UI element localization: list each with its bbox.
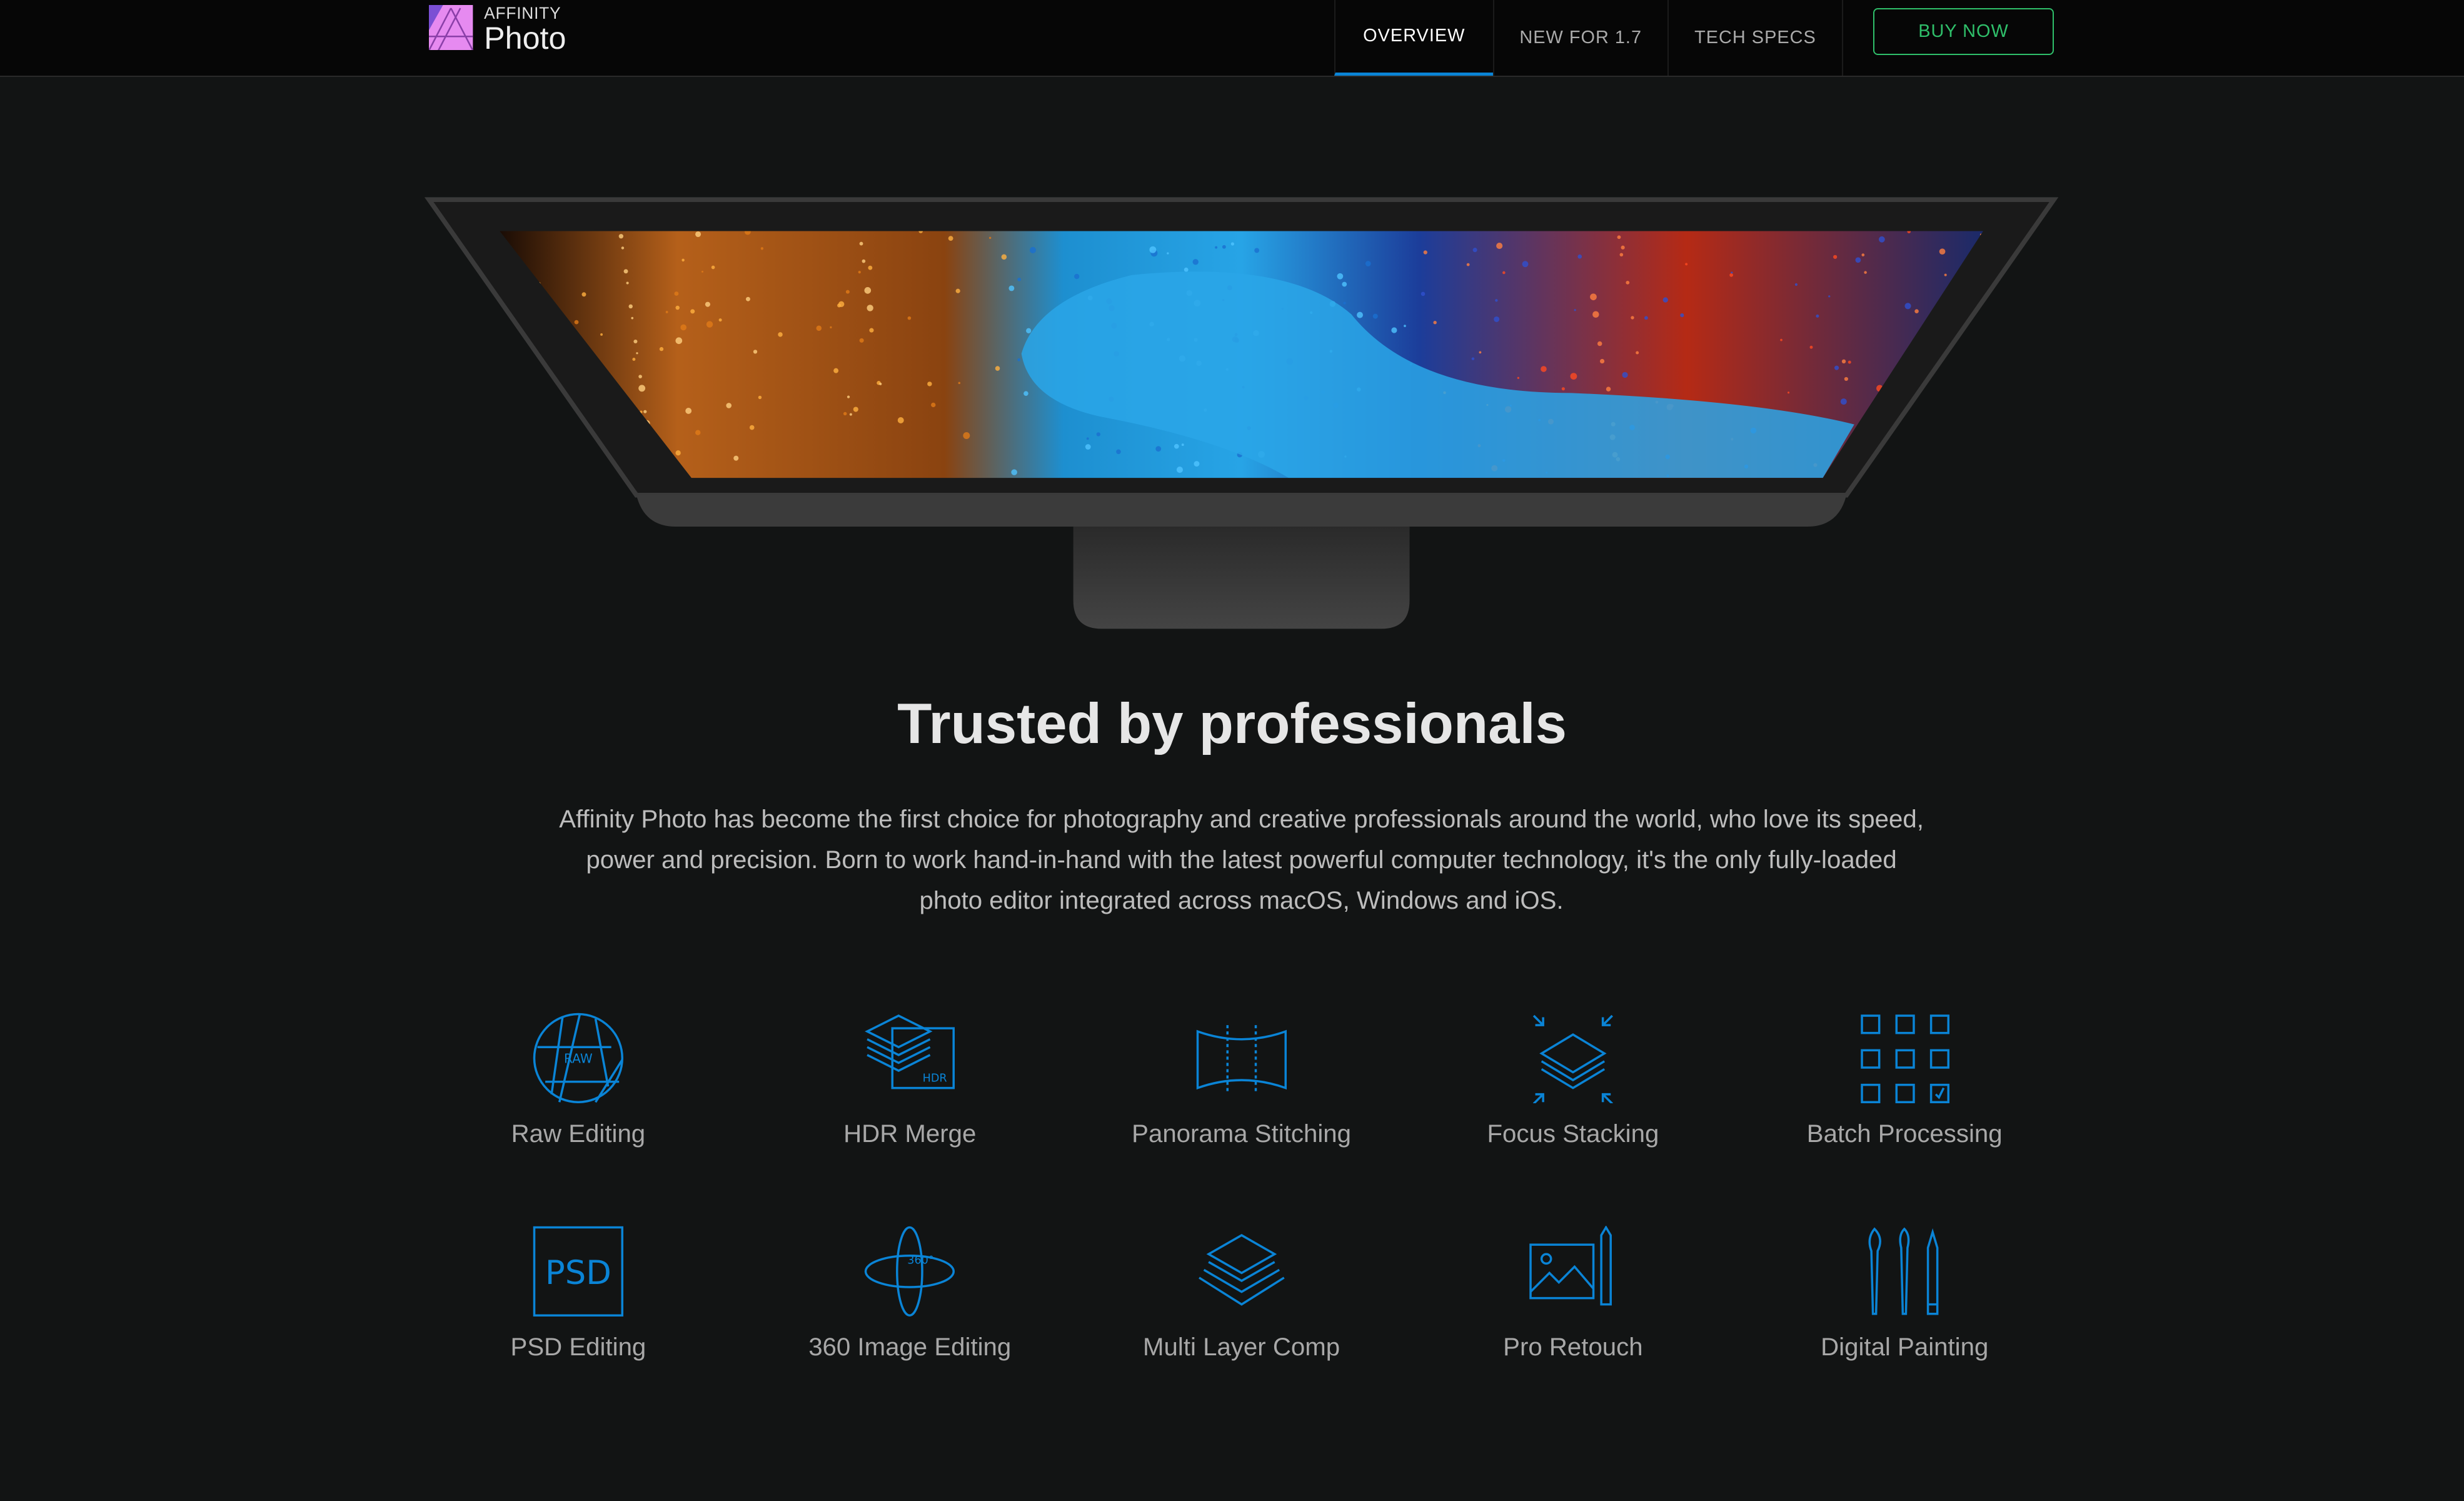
feature-label: 360 Image Editing — [808, 1333, 1012, 1362]
sphere-360-icon: 360° — [865, 1226, 955, 1317]
feature-item-focus-stacking: Focus Stacking — [1416, 1013, 1731, 1148]
feature-item-batch-processing: Batch Processing — [1747, 1013, 2062, 1148]
layers-icon — [1198, 1234, 1285, 1306]
feature-label: Multi Layer Comp — [1143, 1333, 1340, 1362]
panorama-icon — [1196, 1024, 1287, 1094]
feature-item-psd-editing: PSD PSD Editing — [421, 1226, 736, 1362]
feature-label: Pro Retouch — [1503, 1333, 1643, 1362]
aperture-raw-icon: RAW — [533, 1013, 624, 1103]
batch-grid-icon — [1861, 1014, 1950, 1103]
feature-label: Digital Painting — [1821, 1333, 1989, 1362]
feature-label: Raw Editing — [511, 1119, 646, 1148]
svg-text:PSD: PSD — [545, 1254, 611, 1292]
feature-item-hdr-merge: HDR HDR Merge — [753, 1013, 1067, 1148]
feature-item-multi-layer-comp: Multi Layer Comp — [1084, 1226, 1399, 1362]
section-title: Trusted by professionals — [897, 692, 1567, 756]
feature-label: HDR Merge — [843, 1119, 977, 1148]
feature-label: PSD Editing — [510, 1333, 646, 1362]
intro-paragraph: Affinity Photo has become the first choi… — [559, 804, 1924, 915]
svg-text:360°: 360° — [908, 1255, 934, 1267]
hdr-layers-icon: HDR — [865, 1014, 955, 1089]
feature-label: Focus Stacking — [1487, 1119, 1659, 1148]
image-pencil-icon — [1529, 1226, 1612, 1306]
monitor-hero-image — [424, 197, 2059, 629]
svg-text:RAW: RAW — [564, 1051, 593, 1066]
svg-text:HDR: HDR — [923, 1072, 947, 1084]
feature-label: Batch Processing — [1806, 1119, 2003, 1148]
feature-label: Panorama Stitching — [1132, 1119, 1351, 1148]
feature-item-pro-retouch: Pro Retouch — [1416, 1226, 1731, 1362]
feature-item-360-image-editing: 360° 360 Image Editing — [753, 1226, 1067, 1362]
feature-item-raw-editing: RAW Raw Editing — [421, 1013, 736, 1148]
focus-stack-icon — [1532, 1014, 1613, 1104]
brushes-icon — [1868, 1227, 1939, 1315]
psd-file-icon: PSD — [533, 1226, 624, 1317]
feature-item-panorama-stitching: Panorama Stitching — [1084, 1013, 1399, 1148]
feature-item-digital-painting: Digital Painting — [1747, 1226, 2062, 1362]
